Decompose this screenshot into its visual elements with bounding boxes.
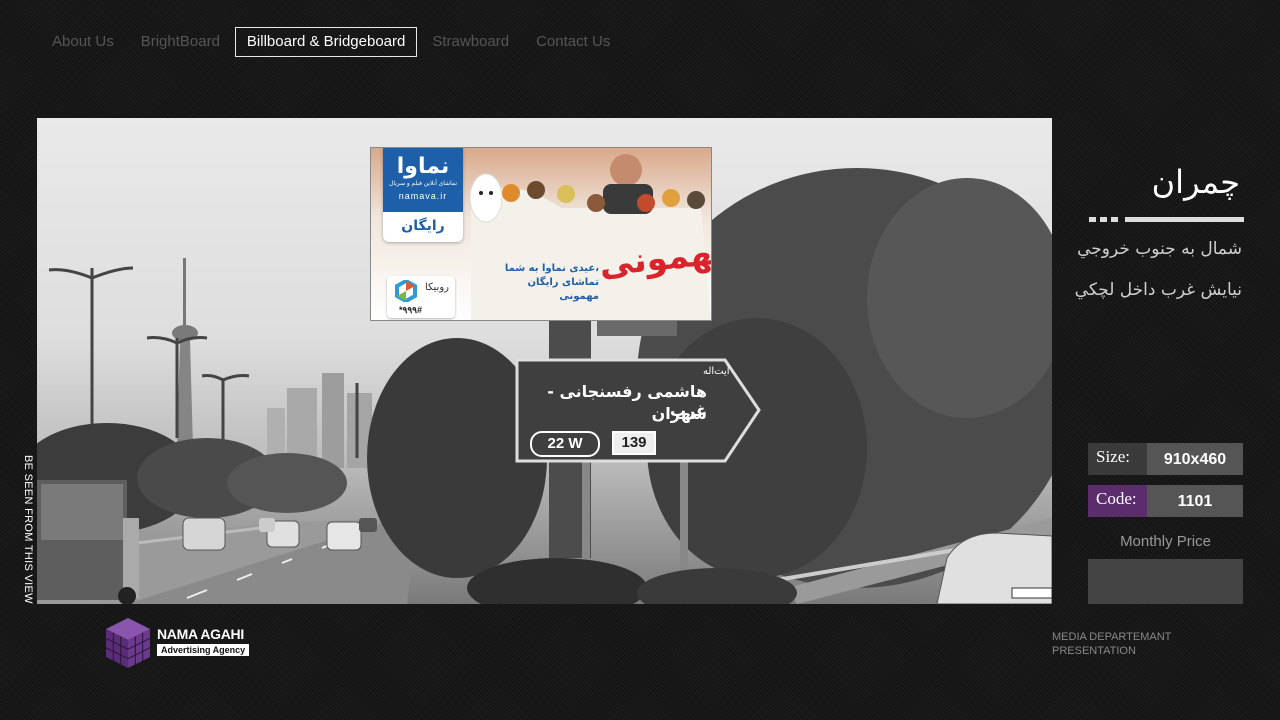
nav-strawboard[interactable]: Strawboard — [420, 27, 521, 57]
nav-about-us[interactable]: About Us — [40, 27, 126, 57]
nav-billboard-bridgeboard[interactable]: Billboard & Bridgeboard — [234, 27, 418, 57]
road-sign-line2: شهران — [651, 404, 707, 423]
monthly-price-label: Monthly Price — [1120, 533, 1211, 550]
nav-brightboard[interactable]: BrightBoard — [129, 27, 232, 57]
agency-tagline: Advertising Agency — [157, 644, 250, 656]
title-divider — [1089, 217, 1244, 222]
nav-contact-us[interactable]: Contact Us — [524, 27, 622, 57]
ad-partner-badge: روبیکا *۹۹۹# — [387, 276, 455, 318]
billboard-advertisement: نماوا تماشای آنلاین فیلم و سریال namava.… — [370, 147, 712, 321]
cube-logo-icon — [105, 618, 151, 668]
billboard-location-photo: نماوا تماشای آنلاین فیلم و سریال namava.… — [37, 118, 1052, 604]
size-row: Size: 910x460 — [1088, 443, 1243, 475]
road-sign-street: آیت‌اله — [703, 366, 730, 377]
agency-logo: NAMA AGAHI Advertising Agency — [103, 616, 253, 670]
size-label: Size: — [1088, 443, 1147, 475]
road-sign-route: 22 W — [530, 431, 600, 457]
ad-partner-code: *۹۹۹# — [399, 305, 423, 315]
ad-text: عیدی نماوا به شما، تماشای رایگان مهمونی — [489, 262, 599, 304]
ad-text-line1: عیدی نماوا به شما، — [504, 263, 599, 274]
road-sign-number: 139 — [612, 431, 656, 455]
main-nav: About Us BrightBoard Billboard & Bridgeb… — [40, 27, 625, 57]
location-description-line2: نيايش غرب داخل لچكي — [1074, 280, 1242, 300]
agency-name: NAMA AGAHI — [157, 626, 244, 642]
code-row: Code: 1101 — [1088, 485, 1243, 517]
footer-line2: PRESENTATION — [1052, 645, 1136, 657]
size-value: 910x460 — [1147, 443, 1243, 475]
view-caption: BE SEEN FROM THIS VIEW — [22, 455, 34, 604]
location-description-line1: شمال به جنوب خروجي — [1077, 239, 1242, 259]
ad-partner-name: روبیکا — [424, 282, 449, 293]
code-label: Code: — [1088, 485, 1147, 517]
footer-line1: MEDIA DEPARTEMANT — [1052, 631, 1172, 643]
footer-department: MEDIA DEPARTEMANT PRESENTATION — [1052, 630, 1171, 658]
ad-text-line2: تماشای رایگان مهمونی — [527, 277, 600, 302]
rubika-logo-icon — [395, 280, 417, 302]
location-title: چمران — [1151, 163, 1240, 201]
code-value: 1101 — [1147, 485, 1243, 517]
monthly-price-value — [1088, 559, 1243, 604]
